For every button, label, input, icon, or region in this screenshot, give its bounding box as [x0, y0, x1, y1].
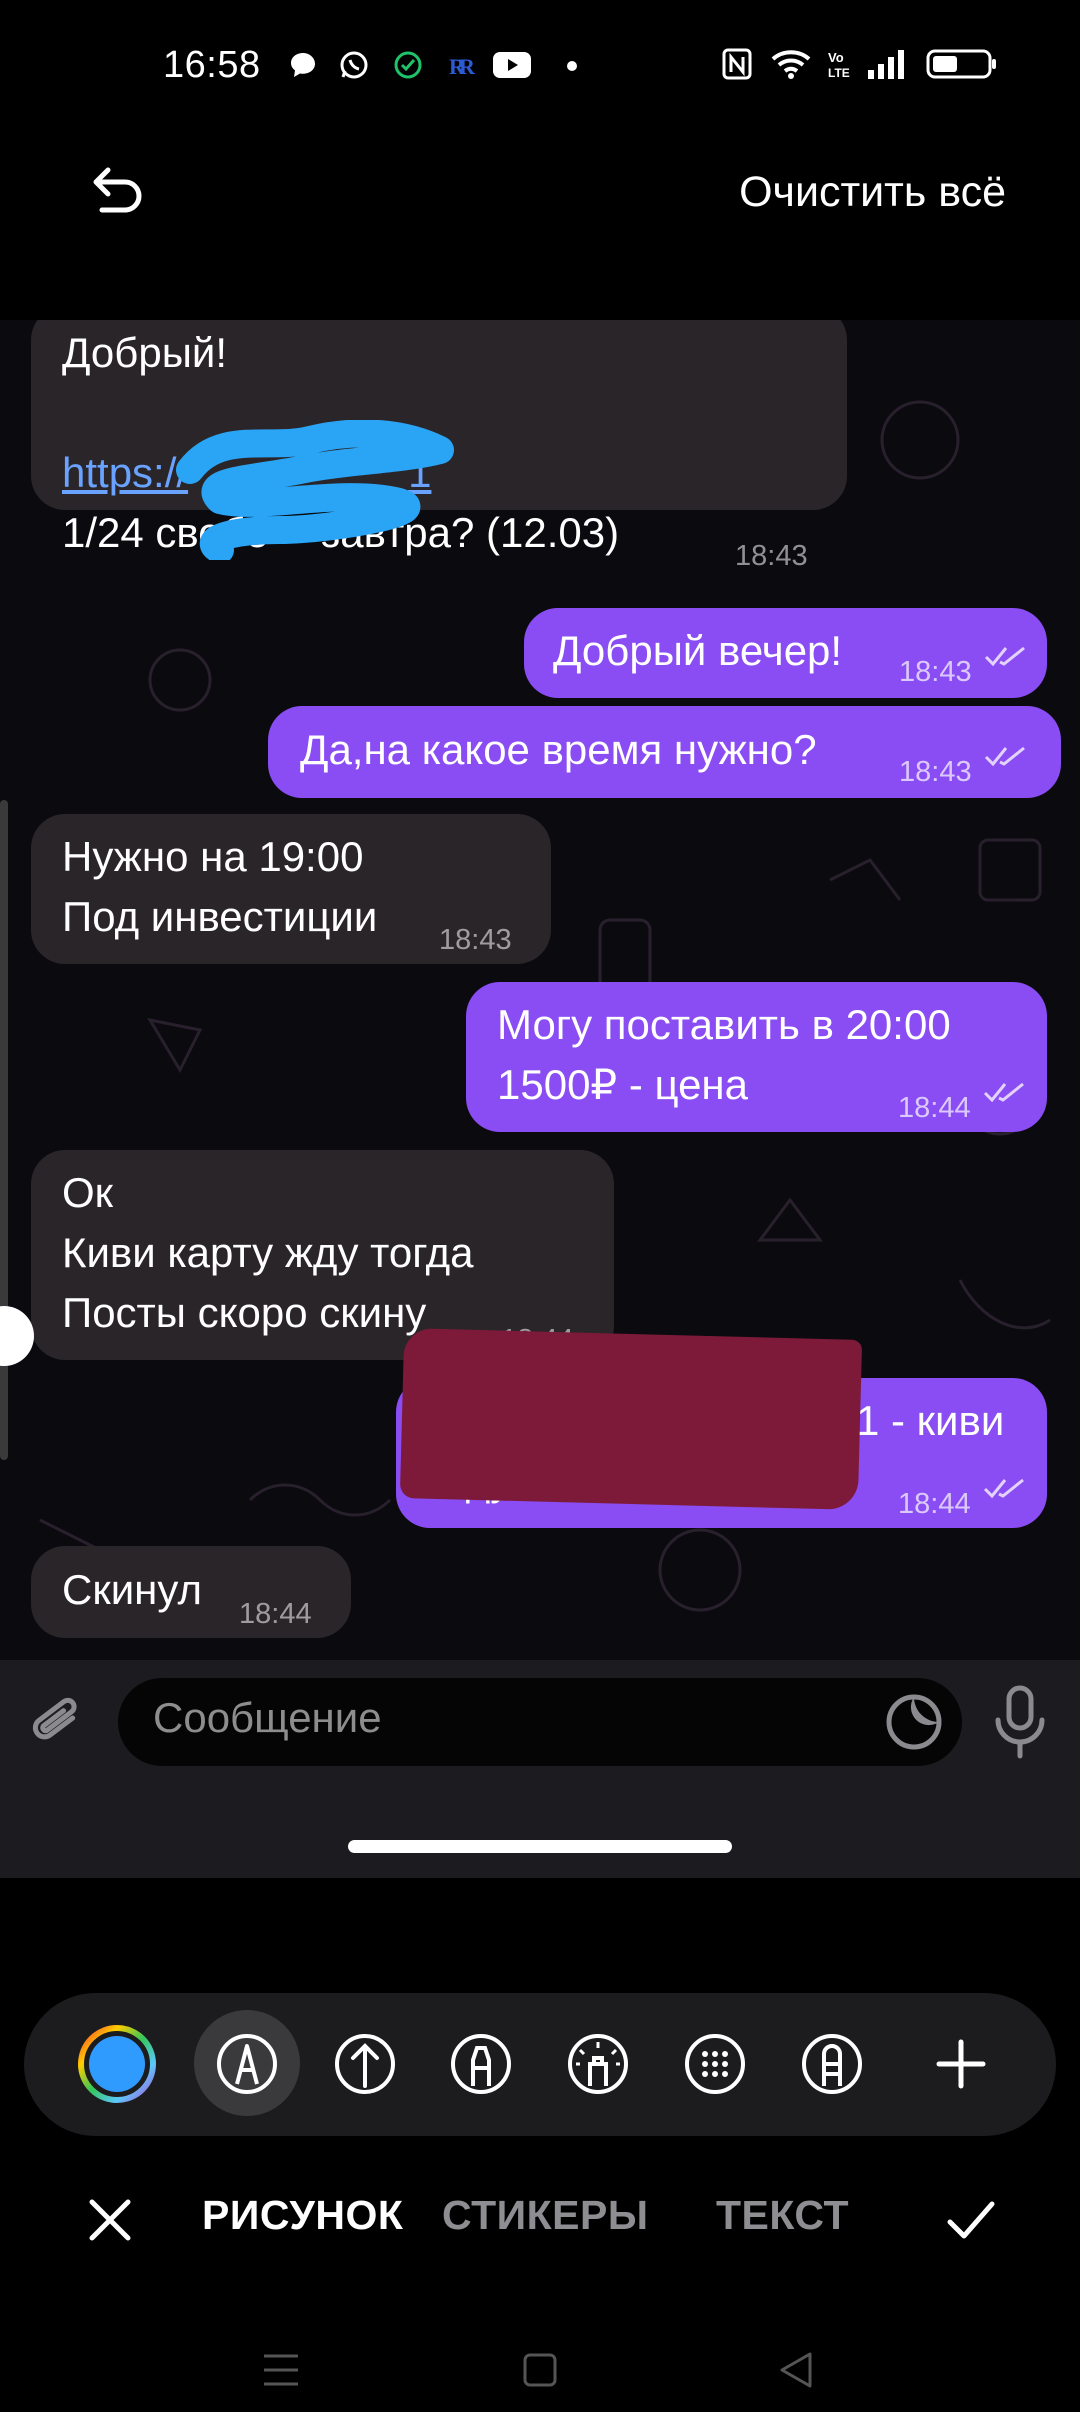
message-outgoing-2[interactable]: Добрый вечер! 18:43 [524, 608, 1047, 698]
system-navigation-bar [0, 2300, 1080, 2412]
message-text: Скинул [62, 1566, 202, 1613]
read-ticks-icon [984, 646, 1025, 667]
read-ticks-icon [983, 1082, 1024, 1103]
message-time: 18:43 [439, 924, 512, 956]
message-text: 1 - киви [856, 1397, 1005, 1444]
read-ticks-icon [983, 1478, 1024, 1499]
back-icon[interactable] [778, 2350, 814, 2390]
pen-tool-icon[interactable] [207, 2024, 287, 2104]
message-time: 18:43 [735, 540, 808, 572]
read-ticks-icon [984, 746, 1025, 767]
eraser-tool-icon[interactable] [792, 2024, 872, 2104]
arrow-tool-icon[interactable] [325, 2024, 405, 2104]
svg-text:LTE: LTE [828, 66, 850, 80]
message-text: Ок [62, 1169, 114, 1216]
color-picker-icon[interactable] [77, 2024, 157, 2104]
chat-bubble-icon [291, 53, 315, 77]
tab-draw[interactable]: РИСУНОК [202, 2192, 403, 2239]
wifi-icon [771, 50, 811, 79]
message-text: 1500₽ - цена [497, 1061, 748, 1108]
message-text: Да,на какое время нужно? [300, 726, 817, 773]
undo-icon[interactable] [88, 160, 152, 224]
add-tool-icon[interactable] [921, 2024, 1001, 2104]
message-text: Нужно на 19:00 [62, 833, 364, 880]
battery-icon [926, 49, 996, 79]
chat-canvas[interactable]: Добрый! https://1 1/24 свобо завтра? (12.… [0, 320, 1080, 1660]
message-text: Добрый вечер! [553, 627, 843, 674]
message-time: 18:44 [239, 1598, 312, 1630]
nfc-icon [722, 48, 752, 80]
status-bar: 16:58 RR Vo LTE [0, 0, 1080, 140]
gesture-home-indicator [348, 1840, 732, 1853]
message-outgoing-3[interactable]: Да,на какое время нужно? 18:43 [268, 706, 1061, 798]
svg-text:R: R [459, 54, 476, 79]
red-scribble-redaction [399, 1328, 863, 1510]
message-text: Киви карту жду тогда [62, 1229, 474, 1276]
message-text: Могу поставить в 20:00 [497, 1001, 951, 1048]
blue-scribble-redaction [176, 420, 454, 560]
sticker-icon[interactable] [884, 1692, 944, 1752]
dot-icon [567, 61, 577, 71]
confirm-check-icon[interactable] [944, 2194, 998, 2246]
menu-icon[interactable] [262, 2352, 300, 2388]
clear-all-button[interactable]: Очистить всё [739, 168, 1006, 217]
message-time: 18:44 [898, 1092, 971, 1124]
message-incoming-4[interactable]: Нужно на 19:00 Под инвестиции 18:43 [31, 814, 551, 964]
message-time: 18:44 [898, 1488, 971, 1520]
home-icon[interactable] [522, 2352, 558, 2388]
check-circle-icon [394, 51, 422, 79]
drawing-toolbar [24, 1993, 1056, 2136]
message-incoming-8[interactable]: Скинул 18:44 [31, 1546, 351, 1638]
tab-stickers[interactable]: СТИКЕРЫ [442, 2192, 648, 2239]
volte-icon: VoLTE [828, 50, 850, 80]
message-text: Добрый! [62, 329, 228, 376]
message-text: Посты скоро скину [62, 1289, 427, 1336]
message-placeholder: Сообщение [153, 1694, 382, 1741]
close-icon[interactable] [84, 2194, 136, 2246]
youtube-icon [493, 52, 531, 78]
microphone-icon[interactable] [990, 1684, 1050, 1760]
message-time: 18:43 [899, 656, 972, 688]
status-time: 16:58 [163, 44, 261, 86]
message-text: Под инвестиции [62, 893, 378, 940]
paperclip-icon[interactable] [28, 1690, 88, 1754]
whatsapp-icon [340, 51, 368, 79]
tab-text[interactable]: ТЕКСТ [716, 2192, 849, 2239]
blur-tool-icon[interactable] [675, 2024, 755, 2104]
message-incoming-6[interactable]: Ок Киви карту жду тогда Посты скоро скин… [31, 1150, 614, 1360]
signal-icon [868, 50, 904, 79]
r-app-icon: RR [449, 54, 476, 79]
message-time: 18:43 [899, 756, 972, 788]
message-outgoing-5[interactable]: Могу поставить в 20:00 1500₽ - цена 18:4… [466, 982, 1047, 1132]
marker-tool-icon[interactable] [441, 2024, 521, 2104]
svg-text:Vo: Vo [828, 50, 844, 65]
neon-tool-icon[interactable] [558, 2024, 638, 2104]
